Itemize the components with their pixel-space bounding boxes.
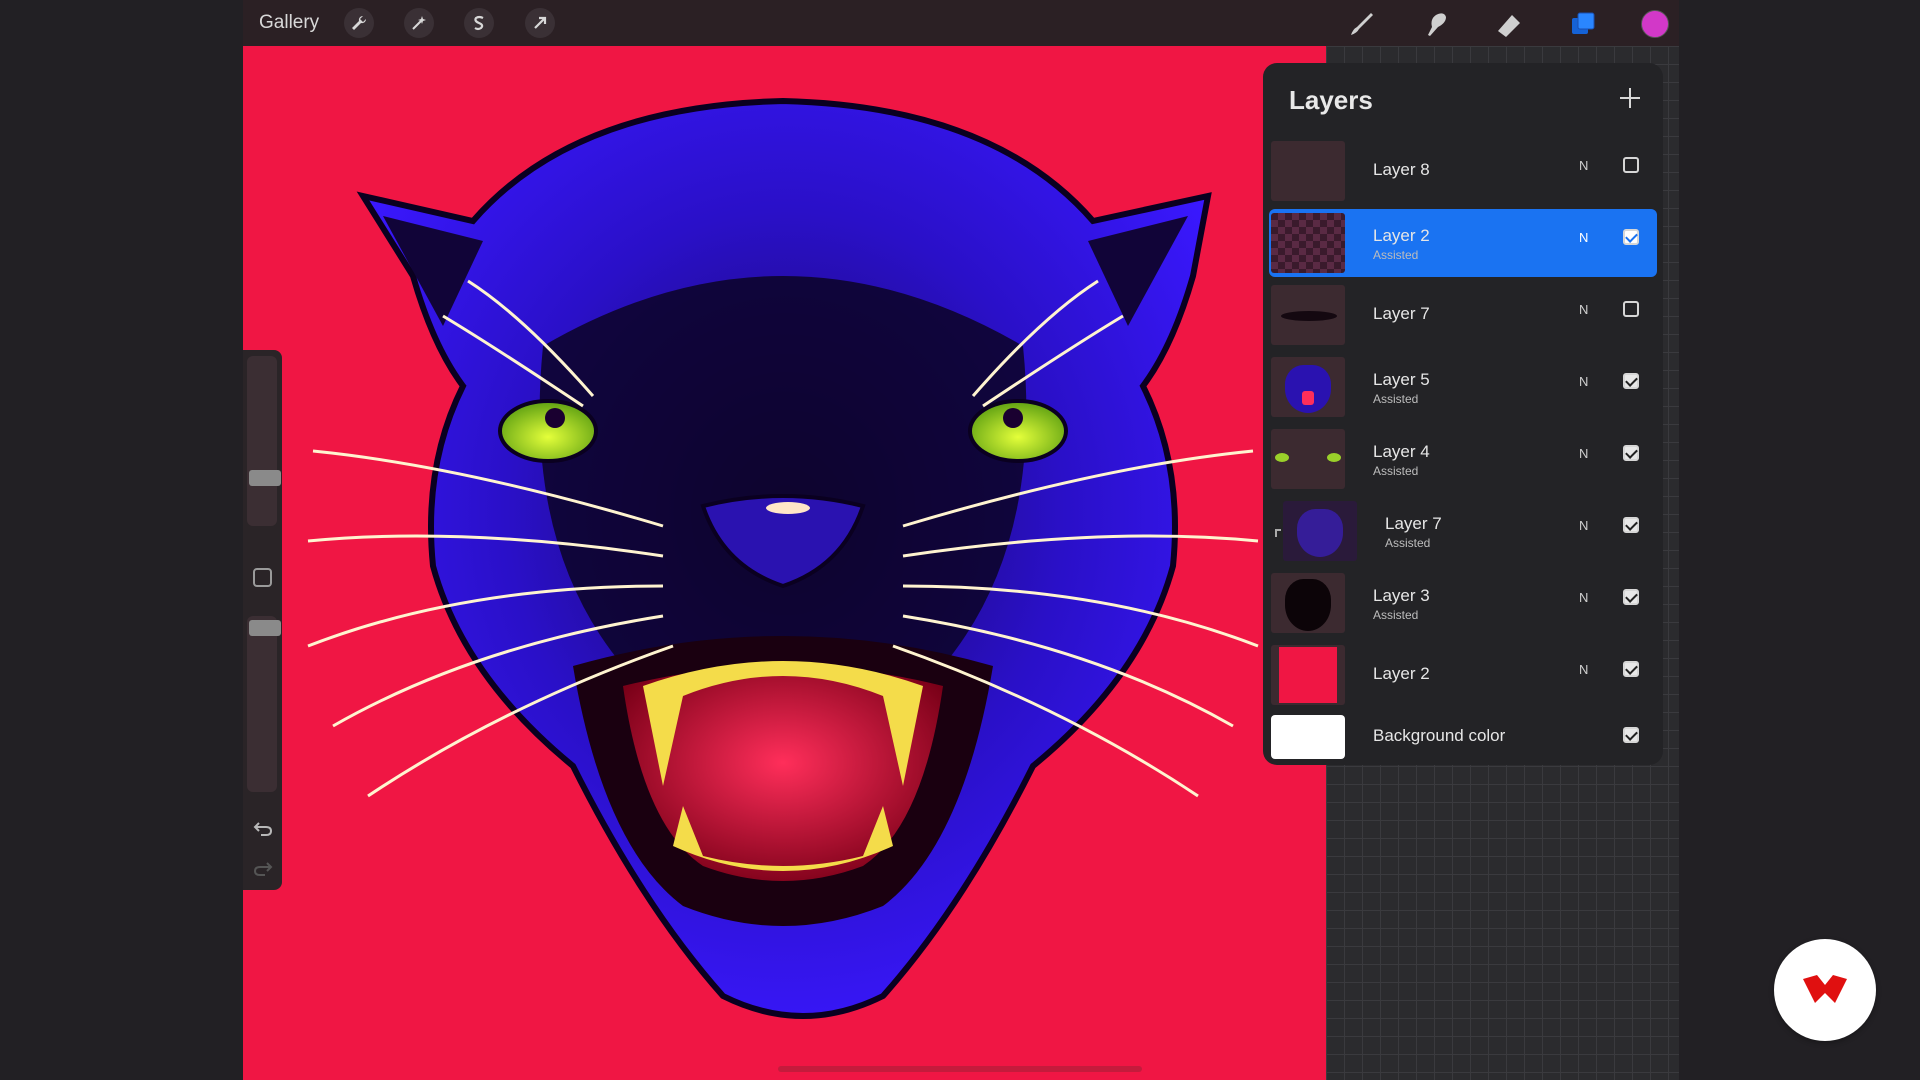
blend-mode[interactable]: N <box>1579 158 1588 173</box>
visibility-checkbox[interactable] <box>1623 445 1639 461</box>
layer-name: Layer 5 <box>1373 370 1430 389</box>
background-color-swatch <box>1271 715 1345 759</box>
panther-artwork <box>307 97 1259 1019</box>
adjustments-magic-wand-icon[interactable] <box>404 8 434 38</box>
undo-icon[interactable] <box>253 818 273 838</box>
procreate-app: Gallery Layers Layer 8 N Layer 2 Assiste… <box>243 0 1679 1080</box>
layer-row[interactable]: Layer 8 N <box>1269 137 1657 205</box>
layer-name: Background color <box>1373 726 1506 745</box>
layer-name: Layer 4 <box>1373 442 1430 461</box>
layer-row[interactable]: Layer 3 Assisted N <box>1269 569 1657 637</box>
opacity-thumb[interactable] <box>249 620 281 636</box>
layer-subtitle: Assisted <box>1373 392 1419 406</box>
layer-name: Layer 8 <box>1373 160 1430 179</box>
layers-title: Layers <box>1289 85 1373 115</box>
left-eye <box>498 399 598 463</box>
layer-thumbnail <box>1271 141 1345 201</box>
opacity-slider[interactable] <box>247 616 281 792</box>
layer-row-active[interactable]: Layer 2 Assisted N <box>1269 209 1657 277</box>
blend-mode[interactable]: N <box>1579 662 1588 677</box>
visibility-checkbox[interactable] <box>1623 373 1639 389</box>
visibility-checkbox[interactable] <box>1623 589 1639 605</box>
gallery-button[interactable]: Gallery <box>259 12 319 34</box>
brush-icon[interactable] <box>1346 8 1378 40</box>
layer-name: Layer 7 <box>1385 514 1442 533</box>
layer-row[interactable]: Layer 5 Assisted N <box>1269 353 1657 421</box>
visibility-checkbox[interactable] <box>1623 661 1639 677</box>
layer-thumbnail <box>1271 285 1345 345</box>
brush-size-thumb[interactable] <box>249 470 281 486</box>
brand-logo <box>1774 939 1876 1041</box>
layer-row[interactable]: Layer 7 N <box>1269 281 1657 349</box>
layer-subtitle: Assisted <box>1373 248 1419 262</box>
visibility-checkbox[interactable] <box>1623 157 1639 173</box>
redo-icon[interactable] <box>253 858 273 878</box>
visibility-checkbox[interactable] <box>1623 229 1639 245</box>
clipping-mask-icon <box>1275 529 1281 537</box>
visibility-checkbox[interactable] <box>1623 517 1639 533</box>
layer-thumbnail <box>1271 573 1345 633</box>
selection-s-icon[interactable] <box>464 8 494 38</box>
visibility-checkbox[interactable] <box>1623 727 1639 743</box>
layer-row-clipped[interactable]: Layer 7 Assisted N <box>1269 497 1657 565</box>
layer-thumbnail <box>1283 501 1357 561</box>
blend-mode[interactable]: N <box>1579 590 1588 605</box>
layer-name: Layer 3 <box>1373 586 1430 605</box>
transform-arrow-icon[interactable] <box>525 8 555 38</box>
screen: Gallery Layers Layer 8 N Layer 2 Assiste… <box>0 0 1920 1080</box>
left-sidebar <box>243 350 282 890</box>
layer-name: Layer 2 <box>1373 226 1430 245</box>
layer-subtitle: Assisted <box>1385 536 1431 550</box>
layer-thumbnail <box>1271 357 1345 417</box>
visibility-checkbox[interactable] <box>1623 301 1639 317</box>
layer-subtitle: Assisted <box>1373 608 1419 622</box>
layer-name: Layer 7 <box>1373 304 1430 323</box>
top-toolbar: Gallery <box>243 0 1679 46</box>
layer-row[interactable]: Layer 4 Assisted N <box>1269 425 1657 493</box>
blend-mode[interactable]: N <box>1579 302 1588 317</box>
color-swatch[interactable] <box>1639 8 1671 40</box>
layer-subtitle: Assisted <box>1373 464 1419 478</box>
layers-icon[interactable] <box>1567 8 1599 40</box>
blend-mode[interactable]: N <box>1579 518 1588 533</box>
home-indicator <box>778 1066 1142 1072</box>
actions-wrench-icon[interactable] <box>344 8 374 38</box>
plus-icon[interactable] <box>1615 83 1645 113</box>
layers-panel: Layers Layer 8 N Layer 2 Assisted N Laye… <box>1263 63 1663 765</box>
brush-size-slider[interactable] <box>247 356 281 526</box>
layer-thumbnail <box>1271 213 1345 273</box>
smudge-icon[interactable] <box>1419 8 1451 40</box>
drawing-canvas[interactable] <box>243 46 1326 1080</box>
layer-name: Layer 2 <box>1373 664 1430 683</box>
blend-mode[interactable]: N <box>1579 374 1588 389</box>
blend-mode[interactable]: N <box>1579 446 1588 461</box>
layer-thumbnail <box>1271 429 1345 489</box>
blend-mode[interactable]: N <box>1579 230 1588 245</box>
layer-row[interactable]: Layer 2 N <box>1269 641 1657 709</box>
modifier-square-button[interactable] <box>253 568 272 587</box>
layer-thumbnail <box>1271 645 1345 705</box>
background-color-row[interactable]: Background color <box>1269 709 1657 763</box>
eraser-icon[interactable] <box>1493 8 1525 40</box>
